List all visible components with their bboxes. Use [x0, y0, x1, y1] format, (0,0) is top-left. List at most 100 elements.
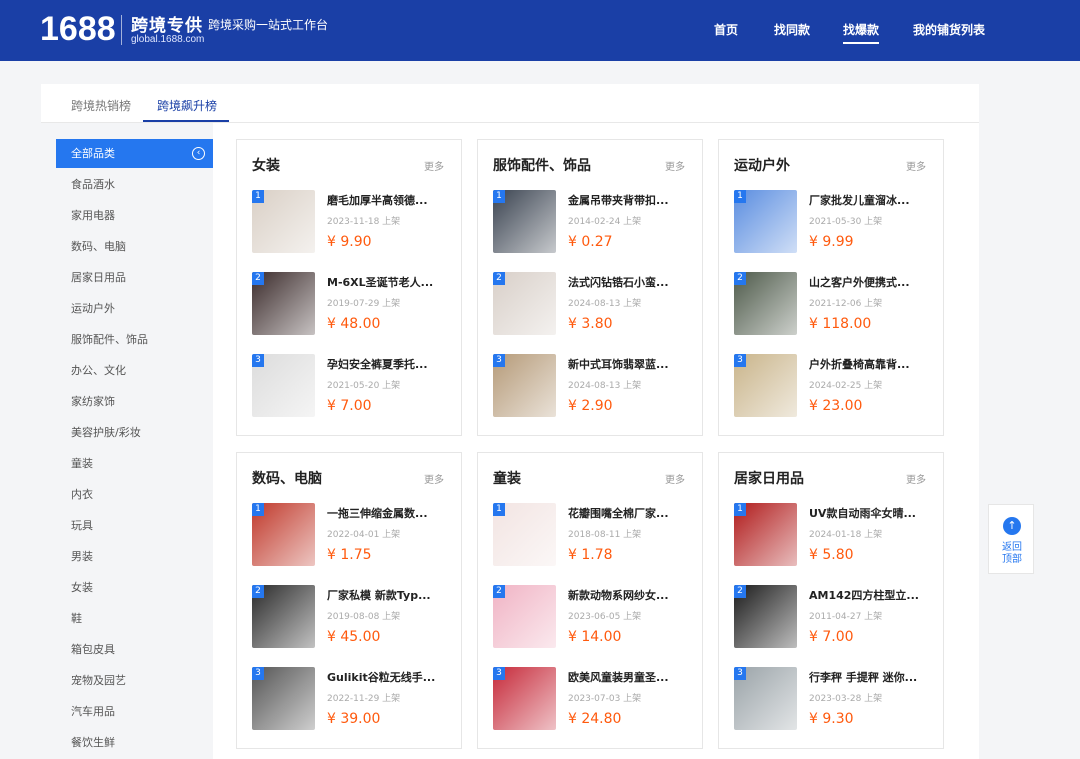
product-name[interactable]: 厂家私模 新款Typ... [327, 587, 452, 603]
product-name[interactable]: Gulikit谷粒无线手... [327, 669, 452, 685]
product-item[interactable]: 3 行李秤 手提秤 迷你... 2023-03-28 上架 ¥ 9.30 [734, 667, 934, 731]
product-item[interactable]: 3 户外折叠椅高靠背... 2024-02-25 上架 ¥ 23.00 [734, 354, 934, 418]
top-header: 1688 跨境专供 global.1688.com 跨境采购一站式工作台 首页 … [0, 0, 1080, 61]
product-image[interactable]: 3 [493, 667, 556, 730]
nav-my-listing[interactable]: 我的铺货列表 [913, 21, 985, 38]
product-date: 2024-08-13 上架 [568, 381, 642, 391]
more-link[interactable]: 更多 [906, 471, 926, 486]
more-link[interactable]: 更多 [665, 471, 685, 486]
more-link[interactable]: 更多 [424, 471, 444, 486]
product-name[interactable]: 孕妇安全裤夏季托... [327, 356, 452, 372]
product-item[interactable]: 2 新款动物系网纱女... 2023-06-05 上架 ¥ 14.00 [493, 585, 693, 649]
product-name[interactable]: 新款动物系网纱女... [568, 587, 693, 603]
more-link[interactable]: 更多 [424, 158, 444, 173]
product-image[interactable]: 2 [734, 272, 797, 335]
sidebar-item[interactable]: 童装 [41, 449, 213, 478]
product-name[interactable]: 一拖三伸缩金属数... [327, 505, 452, 521]
sidebar-item[interactable]: 男装 [41, 542, 213, 571]
sidebar-item-label: 男装 [71, 550, 93, 563]
product-image[interactable]: 1 [252, 503, 315, 566]
product-image[interactable]: 3 [252, 354, 315, 417]
sidebar-item[interactable]: 全部品类 ‹ [56, 139, 213, 168]
sidebar-item[interactable]: 鞋 [41, 604, 213, 633]
rank-badge: 2 [493, 272, 505, 285]
collapse-arrow-icon[interactable]: ‹ [192, 147, 205, 160]
product-item[interactable]: 2 AM142四方柱型立... 2011-04-27 上架 ¥ 7.00 [734, 585, 934, 649]
product-name[interactable]: 户外折叠椅高靠背... [809, 356, 934, 372]
product-name[interactable]: UV款自动雨伞女晴... [809, 505, 934, 521]
sidebar-item[interactable]: 家纺家饰 [41, 387, 213, 416]
product-name[interactable]: 行李秤 手提秤 迷你... [809, 669, 934, 685]
product-item[interactable]: 3 Gulikit谷粒无线手... 2022-11-29 上架 ¥ 39.00 [252, 667, 452, 731]
product-image[interactable]: 2 [493, 272, 556, 335]
nav-find-same[interactable]: 找同款 [774, 21, 810, 38]
product-item[interactable]: 1 UV款自动雨伞女晴... 2024-01-18 上架 ¥ 5.80 [734, 503, 934, 567]
sidebar-item[interactable]: 数码、电脑 [41, 232, 213, 261]
product-item[interactable]: 2 法式闪钻锆石小蛮... 2024-08-13 上架 ¥ 3.80 [493, 272, 693, 336]
product-name[interactable]: 厂家批发儿童溜冰... [809, 192, 934, 208]
product-name[interactable]: AM142四方柱型立... [809, 587, 934, 603]
product-image[interactable]: 3 [734, 667, 797, 730]
sidebar-item[interactable]: 餐饮生鲜 [41, 728, 213, 757]
sidebar-item[interactable]: 内衣 [41, 480, 213, 509]
product-image[interactable]: 3 [493, 354, 556, 417]
sidebar-item[interactable]: 运动户外 [41, 294, 213, 323]
product-name[interactable]: 法式闪钻锆石小蛮... [568, 274, 693, 290]
product-image[interactable]: 2 [252, 585, 315, 648]
product-item[interactable]: 1 磨毛加厚半高领德... 2023-11-18 上架 ¥ 9.90 [252, 190, 452, 254]
product-name[interactable]: 花瓣围嘴全棉厂家... [568, 505, 693, 521]
product-item[interactable]: 1 一拖三伸缩金属数... 2022-04-01 上架 ¥ 1.75 [252, 503, 452, 567]
tab-rising[interactable]: 跨境飙升榜 [157, 97, 217, 114]
more-link[interactable]: 更多 [906, 158, 926, 173]
rank-badge: 3 [493, 667, 505, 680]
sidebar-item[interactable]: 居家日用品 [41, 263, 213, 292]
sidebar-item[interactable]: 玩具 [41, 511, 213, 540]
rank-badge: 3 [493, 354, 505, 367]
rank-badge: 2 [734, 272, 746, 285]
sidebar-item-label: 家纺家饰 [71, 395, 115, 408]
sidebar-item[interactable]: 食品酒水 [41, 170, 213, 199]
sidebar-item[interactable]: 女装 [41, 573, 213, 602]
product-image[interactable]: 3 [252, 667, 315, 730]
category-card: 居家日用品 更多 1 UV款自动雨伞女晴... 2024-01-18 上架 ¥ 5.80 2… [718, 452, 944, 749]
product-item[interactable]: 3 孕妇安全裤夏季托... 2021-05-20 上架 ¥ 7.00 [252, 354, 452, 418]
sidebar-item[interactable]: 办公、文化 [41, 356, 213, 385]
sidebar-item[interactable]: 宠物及园艺 [41, 666, 213, 695]
product-image[interactable]: 1 [493, 503, 556, 566]
product-image[interactable]: 2 [493, 585, 556, 648]
product-name[interactable]: 磨毛加厚半高领德... [327, 192, 452, 208]
product-item[interactable]: 2 山之客户外便携式... 2021-12-06 上架 ¥ 118.00 [734, 272, 934, 336]
sidebar-item[interactable]: 箱包皮具 [41, 635, 213, 664]
more-link[interactable]: 更多 [665, 158, 685, 173]
product-image[interactable]: 2 [252, 272, 315, 335]
product-item[interactable]: 2 M-6XL圣诞节老人... 2019-07-29 上架 ¥ 48.00 [252, 272, 452, 336]
product-image[interactable]: 2 [734, 585, 797, 648]
product-name[interactable]: 金属吊带夹背带扣... [568, 192, 693, 208]
product-image[interactable]: 1 [734, 503, 797, 566]
back-to-top-button[interactable]: ↑ 返回 顶部 [988, 504, 1034, 574]
product-image[interactable]: 1 [252, 190, 315, 253]
sidebar-item[interactable]: 家用电器 [41, 201, 213, 230]
arrow-up-icon: ↑ [1003, 517, 1021, 535]
product-name[interactable]: 山之客户外便携式... [809, 274, 934, 290]
product-item[interactable]: 3 欧美风童装男童圣... 2023-07-03 上架 ¥ 24.80 [493, 667, 693, 731]
product-item[interactable]: 1 金属吊带夹背带扣... 2014-02-24 上架 ¥ 0.27 [493, 190, 693, 254]
sidebar-item-label: 玩具 [71, 519, 93, 532]
sidebar-item[interactable]: 美容护肤/彩妆 [41, 418, 213, 447]
nav-home[interactable]: 首页 [714, 21, 738, 38]
tab-hot-sales[interactable]: 跨境热销榜 [71, 97, 131, 114]
nav-find-hot[interactable]: 找爆款 [843, 21, 880, 44]
sidebar-item[interactable]: 服饰配件、饰品 [41, 325, 213, 354]
product-image[interactable]: 3 [734, 354, 797, 417]
product-item[interactable]: 3 新中式耳饰翡翠蓝... 2024-08-13 上架 ¥ 2.90 [493, 354, 693, 418]
product-item[interactable]: 1 厂家批发儿童溜冰... 2021-05-30 上架 ¥ 9.99 [734, 190, 934, 254]
sidebar-item[interactable]: 汽车用品 [41, 697, 213, 726]
logo-1688[interactable]: 1688 [40, 10, 116, 49]
product-image[interactable]: 1 [734, 190, 797, 253]
product-name[interactable]: 欧美风童装男童圣... [568, 669, 693, 685]
product-item[interactable]: 1 花瓣围嘴全棉厂家... 2018-08-11 上架 ¥ 1.78 [493, 503, 693, 567]
product-name[interactable]: 新中式耳饰翡翠蓝... [568, 356, 693, 372]
product-item[interactable]: 2 厂家私模 新款Typ... 2019-08-08 上架 ¥ 45.00 [252, 585, 452, 649]
product-name[interactable]: M-6XL圣诞节老人... [327, 274, 452, 290]
product-image[interactable]: 1 [493, 190, 556, 253]
